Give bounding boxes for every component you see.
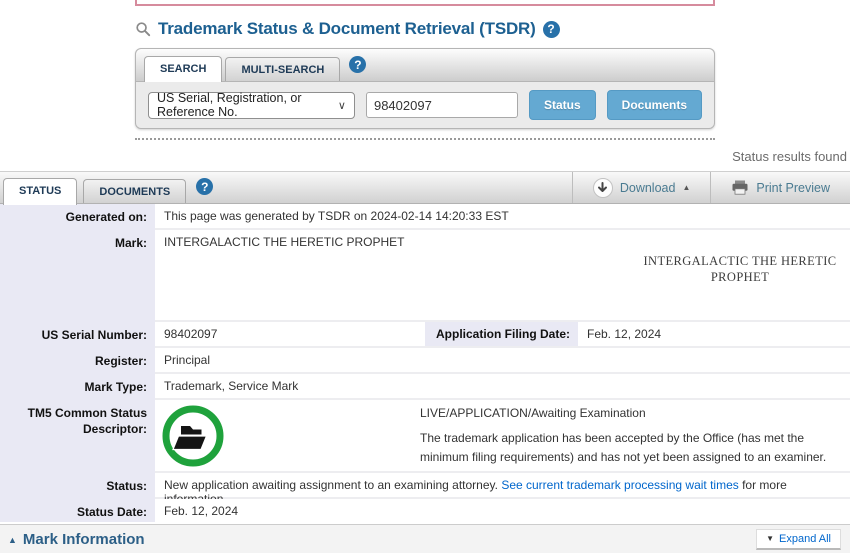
expand-all-label: Expand All [779,533,831,545]
table-row-mark-type: Mark Type: Trademark, Service Mark [0,374,850,398]
generated-on-label: Generated on: [0,204,155,228]
serial-number-value: 98402097 [155,322,425,346]
collapse-caret-icon: ▲ [8,534,17,545]
processing-wait-times-link[interactable]: See current trademark processing wait ti… [501,478,738,492]
download-icon [593,178,613,198]
tm5-status-description: The trademark application has been accep… [420,429,838,466]
register-label: Register: [0,348,155,372]
tm5-label: TM5 Common Status Descriptor: [0,400,155,471]
expand-all-button[interactable]: ▼ Expand All [756,529,841,550]
mark-value-cell: INTERGALACTIC THE HERETIC PROPHET INTERG… [155,230,850,320]
help-icon[interactable]: ? [543,21,560,38]
results-status-text: Status results found [0,140,850,171]
status-button[interactable]: Status [529,90,596,120]
status-date-value: Feb. 12, 2024 [155,499,850,522]
search-type-select[interactable]: US Serial, Registration, or Reference No… [148,92,355,119]
generated-on-value: This page was generated by TSDR on 2024-… [155,204,850,228]
top-search-area: Trademark Status & Document Retrieval (T… [135,0,715,140]
search-panel: SEARCH MULTI-SEARCH ? US Serial, Registr… [135,48,715,129]
status-value-text: New application awaiting assignment to a… [164,478,501,492]
filing-date-value: Feb. 12, 2024 [578,322,850,346]
table-row-mark: Mark: INTERGALACTIC THE HERETIC PROPHET … [0,230,850,320]
mark-type-value: Trademark, Service Mark [155,374,850,398]
register-value: Principal [155,348,850,372]
tab-documents[interactable]: DOCUMENTS [83,179,186,203]
expand-caret-icon: ▼ [766,534,774,543]
search-form: US Serial, Registration, or Reference No… [136,82,714,128]
search-tabstrip: SEARCH MULTI-SEARCH ? [136,49,714,82]
help-icon[interactable]: ? [349,56,366,73]
status-toolbar: STATUS DOCUMENTS ? Download ▲ [0,171,850,204]
tm5-status-block: LIVE/APPLICATION/Awaiting Examination Th… [420,406,838,466]
search-type-selected-value: US Serial, Registration, or Reference No… [157,91,338,119]
table-row-serial: US Serial Number: 98402097 Application F… [0,322,850,346]
download-button[interactable]: Download ▲ [572,172,711,203]
mark-information-bar: ▲ Mark Information ▼ Expand All [0,524,850,553]
serial-number-input[interactable] [366,92,518,118]
mark-type-label: Mark Type: [0,374,155,398]
page-title: Trademark Status & Document Retrieval (T… [158,19,536,39]
tab-multi-search[interactable]: MULTI-SEARCH [225,57,340,81]
mark-image: INTERGALACTIC THE HERETIC PROPHET [634,254,846,285]
status-details-table: Generated on: This page was generated by… [0,204,850,522]
mark-information-title: Mark Information [23,531,145,548]
caret-up-icon: ▲ [682,183,690,192]
table-row-status-date: Status Date: Feb. 12, 2024 [0,499,850,522]
table-row-status: Status: New application awaiting assignm… [0,473,850,497]
page-header: Trademark Status & Document Retrieval (T… [135,17,715,41]
status-label: Status: [0,473,155,497]
table-row-tm5: TM5 Common Status Descriptor: LIVE/APPLI… [0,400,850,471]
mark-value: INTERGALACTIC THE HERETIC PROPHET [164,235,404,249]
live-application-folder-icon [160,403,226,472]
tm5-status-value: LIVE/APPLICATION/Awaiting Examination [420,406,838,420]
alert-box-remnant [135,0,715,6]
status-value-cell: New application awaiting assignment to a… [155,473,850,497]
status-date-label: Status Date: [0,499,155,522]
mark-label: Mark: [0,230,155,320]
help-icon[interactable]: ? [196,178,213,195]
table-row-generated: Generated on: This page was generated by… [0,204,850,228]
chevron-down-icon: ∨ [338,99,346,112]
printer-icon [731,180,749,195]
tm5-value-cell: LIVE/APPLICATION/Awaiting Examination Th… [155,400,850,471]
mark-information-header[interactable]: ▲ Mark Information [8,531,145,548]
tab-search[interactable]: SEARCH [144,56,222,82]
serial-number-label: US Serial Number: [0,322,155,346]
table-row-register: Register: Principal [0,348,850,372]
toolbar-actions: Download ▲ Print Preview [572,172,850,203]
search-icon [135,21,151,37]
print-preview-label: Print Preview [756,181,830,195]
status-results-section: STATUS DOCUMENTS ? Download ▲ [0,171,850,553]
tab-status[interactable]: STATUS [3,178,77,205]
documents-button[interactable]: Documents [607,90,702,120]
filing-date-label: Application Filing Date: [425,322,578,346]
download-label: Download [620,181,676,195]
print-preview-button[interactable]: Print Preview [710,172,850,203]
